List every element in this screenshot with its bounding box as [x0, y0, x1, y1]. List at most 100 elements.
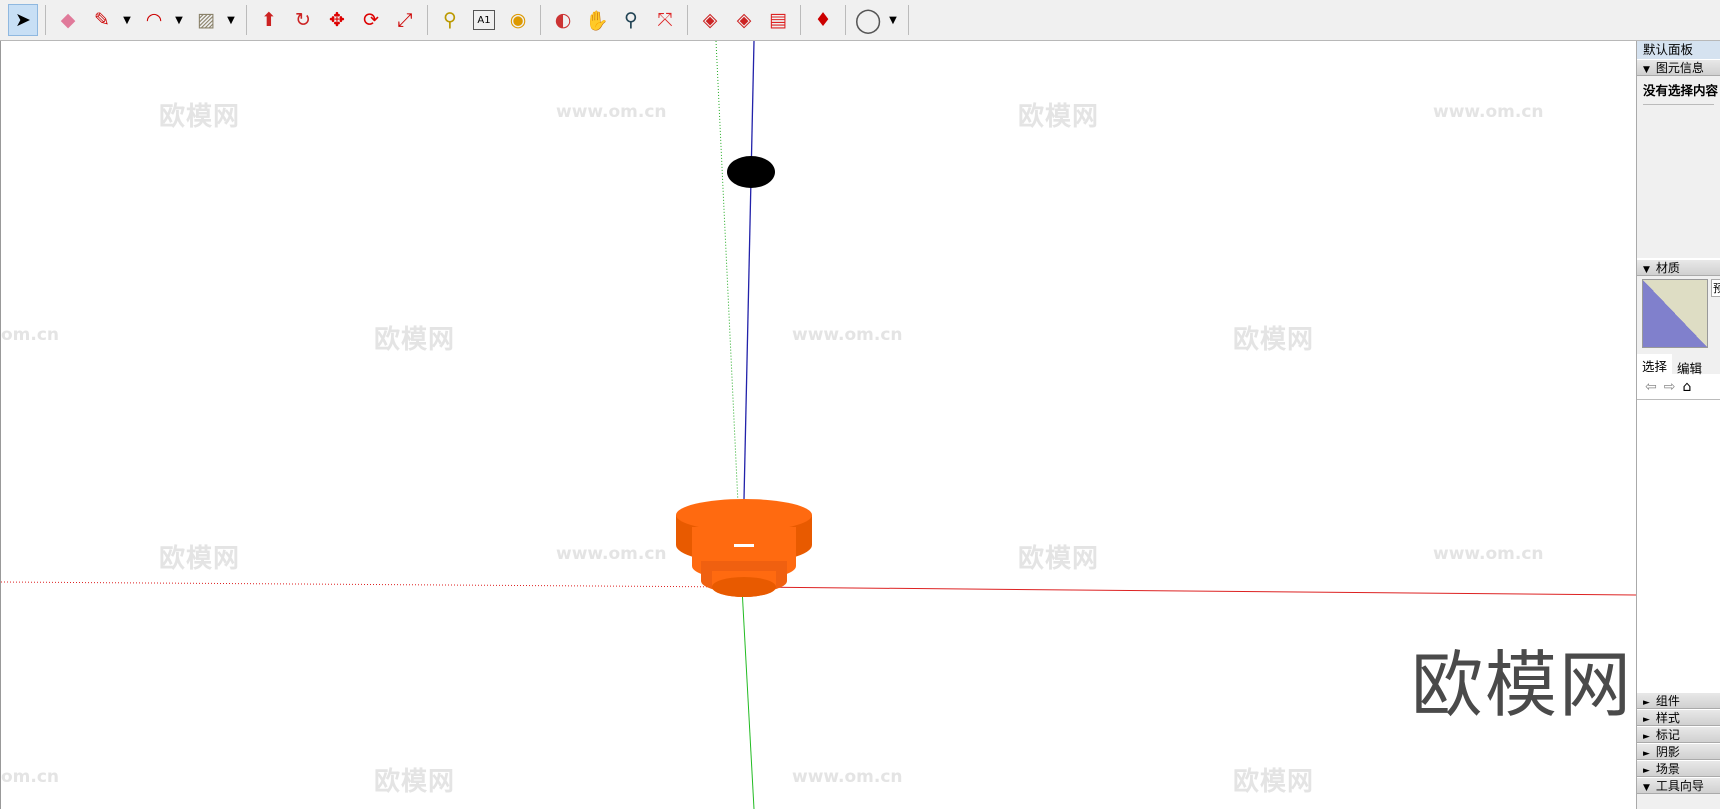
toolbar-divider: [246, 5, 247, 35]
tape-measure-tool-button[interactable]: ⚲: [435, 4, 465, 36]
push-pull-icon: ⬆: [261, 9, 277, 31]
forward-arrow-icon[interactable]: ⇨: [1664, 379, 1676, 395]
material-swatch[interactable]: [1642, 279, 1708, 348]
orbit-tool-button[interactable]: ◐: [548, 4, 578, 36]
zoom-extents-tool-button[interactable]: ⤧: [650, 4, 680, 36]
red-axis: [742, 586, 1636, 596]
eraser-icon: ◆: [60, 9, 76, 31]
move-icon: ✥: [329, 9, 345, 31]
default-tray: 默认面板 ▼ 图元信息 没有选择内容 ▼ 材质 预 选择 编辑 ⇦ ⇨ ⌂ ► 组件 ► 样式…: [1636, 41, 1720, 809]
green-axis: [741, 587, 755, 809]
tray-title: 默认面板: [1637, 41, 1720, 59]
eraser-tool-button[interactable]: ◆: [53, 4, 83, 36]
arc-icon: ◠: [145, 9, 163, 31]
expanded-triangle-icon: ▼: [1643, 265, 1650, 275]
ruby-console-button[interactable]: ♦: [808, 4, 838, 36]
materials-label: 材质: [1655, 261, 1680, 275]
materials-header[interactable]: ▼ 材质: [1637, 259, 1720, 276]
entity-info-body: 没有选择内容: [1637, 76, 1720, 259]
push-pull-tool-button[interactable]: ⬆: [254, 4, 284, 36]
toolbar-divider: [908, 5, 909, 35]
expanded-triangle-icon: ▼: [1643, 783, 1650, 793]
zoom-extents-icon: ⤧: [657, 9, 673, 31]
follow-me-tool-button[interactable]: ↻: [288, 4, 318, 36]
extension-warehouse-button[interactable]: ◈: [729, 4, 759, 36]
send-to-layout-button[interactable]: ▤: [763, 4, 793, 36]
3d-warehouse-button[interactable]: ◈: [695, 4, 725, 36]
magnifier-icon: ⚲: [624, 9, 638, 31]
scale-tool-button[interactable]: ⤢: [390, 4, 420, 36]
pencil-dropdown[interactable]: ▼: [121, 4, 133, 36]
entity-info-header[interactable]: ▼ 图元信息: [1637, 59, 1720, 76]
tab-select[interactable]: 选择: [1637, 354, 1673, 374]
warehouse-icon: ◈: [702, 9, 718, 31]
pencil-icon: ✎: [94, 9, 110, 31]
section-label: 样式: [1655, 711, 1680, 725]
section-label: 标记: [1655, 728, 1680, 742]
rectangle-tool-button[interactable]: ▨: [191, 4, 221, 36]
materials-tabs: 选择 编辑: [1637, 354, 1720, 376]
logo-watermark: 欧模网: [1411, 643, 1634, 727]
toolbar-divider: [45, 5, 46, 35]
toolbar-divider: [427, 5, 428, 35]
blue-axis: [743, 41, 755, 500]
rectangle-dropdown[interactable]: ▼: [225, 4, 237, 36]
expanded-triangle-icon: ▼: [1643, 65, 1650, 75]
arc-dropdown[interactable]: ▼: [173, 4, 185, 36]
text-tool-button[interactable]: A1: [473, 10, 495, 30]
red-axis-dotted: [1, 581, 744, 588]
entity-info-label: 图元信息: [1655, 61, 1704, 75]
main-toolbar: ➤ ◆ ✎ ▼ ◠ ▼ ▨ ▼ ⬆ ↻ ✥ ⟳ ⤢ ⚲ A1 ◉ ◐ ✋ ⚲ ⤧ ◈ …: [0, 0, 1720, 41]
user-avatar-icon: ◯: [854, 6, 882, 34]
section-header-2[interactable]: ► 标记: [1637, 726, 1720, 743]
layout-icon: ▤: [769, 9, 787, 31]
zoom-tool-button[interactable]: ⚲: [616, 4, 646, 36]
rotate-tool-button[interactable]: ⟳: [356, 4, 386, 36]
section-header-4[interactable]: ► 场景: [1637, 760, 1720, 777]
select-tool-button[interactable]: ➤: [8, 4, 38, 36]
toolbar-divider: [540, 5, 541, 35]
section-header-1[interactable]: ► 样式: [1637, 709, 1720, 726]
toolbar-divider: [845, 5, 846, 35]
toolbar-divider: [800, 5, 801, 35]
section-header-5[interactable]: ▼ 工具向导: [1637, 777, 1720, 794]
scene: [1, 41, 1636, 809]
orbit-icon: ◐: [554, 9, 572, 31]
collapsed-triangle-icon: ►: [1643, 698, 1650, 708]
tab-edit[interactable]: 编辑: [1672, 354, 1707, 376]
section-label: 工具向导: [1655, 779, 1704, 793]
pan-tool-button[interactable]: ✋: [582, 4, 612, 36]
account-button[interactable]: ◯: [853, 4, 883, 36]
move-tool-button[interactable]: ✥: [322, 4, 352, 36]
extension-warehouse-icon: ◈: [736, 9, 752, 31]
tape-measure-icon: ⚲: [443, 9, 457, 31]
text-icon: A1: [477, 14, 491, 26]
pencil-tool-button[interactable]: ✎: [87, 4, 117, 36]
section-header-0[interactable]: ► 组件: [1637, 692, 1720, 709]
home-icon[interactable]: ⌂: [1682, 379, 1691, 395]
back-arrow-icon[interactable]: ⇦: [1645, 379, 1657, 395]
materials-body: 预: [1637, 276, 1720, 348]
collapsed-sections: ► 组件 ► 样式 ► 标记 ► 阴影 ► 场景 ▼ 工具向导: [1637, 692, 1720, 794]
3d-viewport[interactable]: 欧模网 www.om.cn 欧模网 www.om.cn om.cn 欧模网 www.om.c…: [0, 41, 1636, 809]
paint-bucket-tool-button[interactable]: ◉: [503, 4, 533, 36]
section-header-3[interactable]: ► 阴影: [1637, 743, 1720, 760]
toolbar-divider: [687, 5, 688, 35]
material-name-field[interactable]: 预: [1711, 279, 1720, 297]
pan-hand-icon: ✋: [585, 9, 609, 32]
no-selection-text: 没有选择内容: [1643, 80, 1718, 105]
collapsed-triangle-icon: ►: [1643, 749, 1650, 759]
account-dropdown[interactable]: ▼: [887, 4, 899, 36]
materials-list: [1637, 400, 1720, 692]
collapsed-triangle-icon: ►: [1643, 715, 1650, 725]
section-label: 阴影: [1655, 745, 1680, 759]
paint-bucket-icon: ◉: [509, 9, 527, 31]
select-arrow-icon: ➤: [15, 9, 31, 31]
follow-me-icon: ↻: [295, 9, 311, 31]
materials-nav: ⇦ ⇨ ⌂: [1637, 374, 1720, 400]
ruby-icon: ♦: [814, 9, 832, 31]
arc-tool-button[interactable]: ◠: [139, 4, 169, 36]
collapsed-triangle-icon: ►: [1643, 732, 1650, 742]
rotate-icon: ⟳: [363, 9, 379, 31]
orange-model: [676, 499, 812, 597]
